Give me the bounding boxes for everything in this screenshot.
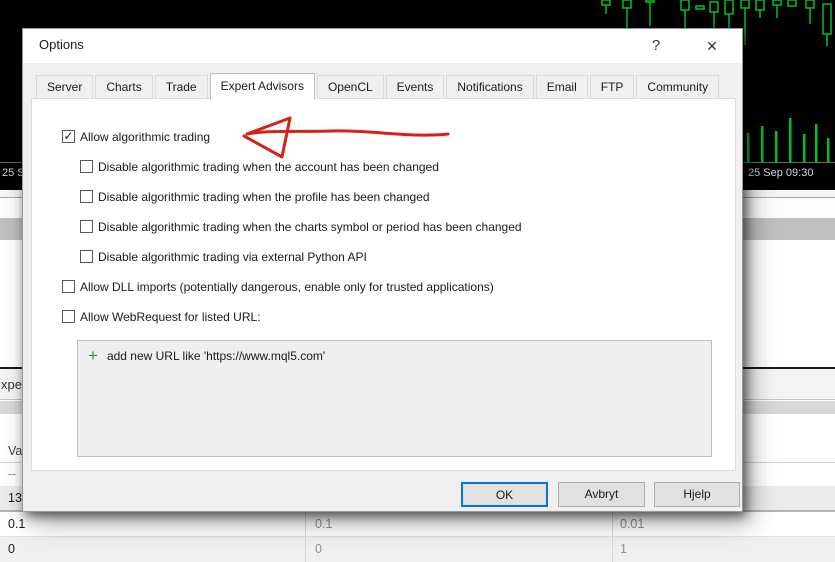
toolbox-column-separator [305, 512, 306, 562]
checkbox-label: Disable algorithmic trading when the pro… [98, 190, 430, 204]
checkbox-label: Allow WebRequest for listed URL: [80, 310, 261, 324]
toolbox-cell: 0 [8, 542, 15, 556]
cancel-button[interactable]: Avbryt [558, 482, 645, 507]
checkbox-label: Disable algorithmic trading via external… [98, 250, 367, 264]
dialog-tabstrip: Server Charts Trade Expert Advisors Open… [36, 73, 721, 100]
help-icon[interactable]: ? [639, 34, 673, 58]
checkbox-label: Disable algorithmic trading when the cha… [98, 220, 522, 234]
checkbox-disable-on-profile-change[interactable]: Disable algorithmic trading when the pro… [80, 190, 430, 204]
dialog-title: Options [39, 37, 84, 52]
toolbox-cell: 1 [620, 542, 627, 556]
tab-email[interactable]: Email [535, 75, 588, 99]
toolbox-cell: 0 [315, 542, 322, 556]
tab-expert-advisors[interactable]: Expert Advisors [209, 73, 315, 100]
checkbox-unchecked-icon[interactable] [80, 190, 93, 203]
checkbox-unchecked-icon[interactable] [62, 310, 75, 323]
checkbox-checked-icon[interactable]: ✓ [62, 130, 75, 143]
checkbox-label: Allow algorithmic trading [80, 130, 211, 144]
tab-events[interactable]: Events [385, 75, 445, 99]
toolbox-column-separator [612, 512, 613, 562]
toolbox-row: 0.1 0.1 0.01 [0, 510, 835, 537]
metatrader-screen: 25 S 25 Sep 09:30 xpe Va -- 13 0.1 0.1 0… [0, 0, 835, 562]
tab-server[interactable]: Server [36, 75, 94, 99]
checkbox-unchecked-icon[interactable] [80, 160, 93, 173]
tab-charts[interactable]: Charts [95, 75, 153, 99]
checkbox-unchecked-icon[interactable] [80, 250, 93, 263]
time-axis-label-right: 25 Sep 09:30 [748, 167, 814, 179]
checkbox-disable-python-api[interactable]: Disable algorithmic trading via external… [80, 250, 367, 264]
plus-icon[interactable]: + [88, 347, 98, 364]
checkbox-allow-webrequest[interactable]: Allow WebRequest for listed URL: [62, 310, 261, 324]
checkbox-label: Allow DLL imports (potentially dangerous… [80, 280, 494, 294]
toolbox-cell: 0.1 [315, 517, 333, 531]
webrequest-url-list[interactable]: + add new URL like 'https://www.mql5.com… [77, 340, 712, 457]
expert-advisors-tabpage: ✓ Allow algorithmic trading Disable algo… [31, 98, 736, 471]
help-button[interactable]: Hjelp [654, 482, 740, 507]
options-dialog: Options ? ✕ Server Charts Trade Expert A… [22, 28, 743, 512]
checkbox-disable-on-chart-change[interactable]: Disable algorithmic trading when the cha… [80, 220, 522, 234]
checkbox-unchecked-icon[interactable] [80, 220, 93, 233]
ok-button[interactable]: OK [461, 482, 548, 507]
tab-notifications[interactable]: Notifications [446, 75, 534, 99]
checkbox-allow-dll-imports[interactable]: Allow DLL imports (potentially dangerous… [62, 280, 494, 294]
toolbox-cell: 0.1 [8, 517, 26, 531]
checkbox-label: Disable algorithmic trading when the acc… [98, 160, 439, 174]
tab-community[interactable]: Community [636, 75, 720, 99]
dialog-titlebar: Options ? ✕ [23, 29, 742, 63]
add-url-placeholder: add new URL like 'https://www.mql5.com' [106, 348, 326, 363]
tab-trade[interactable]: Trade [154, 75, 208, 99]
checkbox-unchecked-icon[interactable] [62, 280, 75, 293]
checkbox-allow-algorithmic-trading[interactable]: ✓ Allow algorithmic trading [62, 130, 210, 144]
add-url-entry[interactable]: + add new URL like 'https://www.mql5.com… [88, 347, 325, 364]
toolbox-cell: 0.01 [620, 517, 645, 531]
tab-ftp[interactable]: FTP [589, 75, 635, 99]
toolbox-row: 0 0 1 [0, 537, 835, 562]
tab-opencl[interactable]: OpenCL [316, 75, 384, 99]
checkbox-disable-on-account-change[interactable]: Disable algorithmic trading when the acc… [80, 160, 439, 174]
close-icon[interactable]: ✕ [695, 34, 729, 58]
